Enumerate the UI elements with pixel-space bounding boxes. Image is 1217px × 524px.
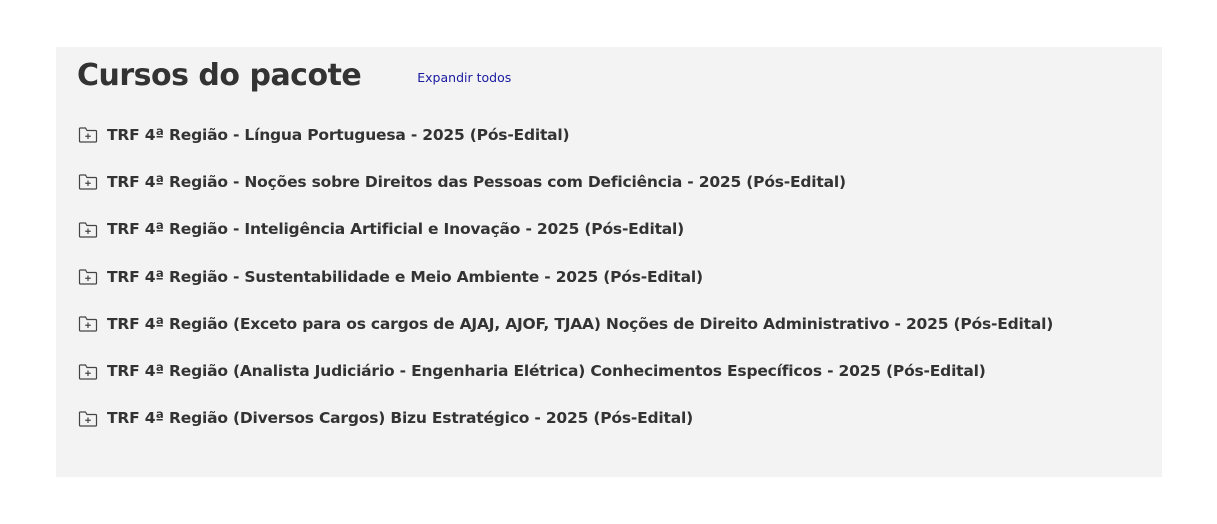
expand-all-link[interactable]: Expandir todos	[417, 70, 511, 85]
folder-plus-icon	[77, 409, 99, 427]
course-item[interactable]: TRF 4ª Região - Inteligência Artificial …	[77, 206, 1053, 253]
folder-plus-icon	[77, 220, 99, 238]
course-title: TRF 4ª Região - Noções sobre Direitos da…	[107, 172, 846, 191]
course-title: TRF 4ª Região (Analista Judiciário - Eng…	[107, 362, 986, 381]
folder-plus-icon	[77, 268, 99, 286]
panel-header: Cursos do pacote Expandir todos	[77, 55, 511, 95]
course-item[interactable]: TRF 4ª Região (Exceto para os cargos de …	[77, 300, 1053, 347]
course-item[interactable]: TRF 4ª Região - Sustentabilidade e Meio …	[77, 253, 1053, 300]
folder-plus-icon	[77, 362, 99, 380]
course-item[interactable]: TRF 4ª Região (Diversos Cargos) Bizu Est…	[77, 395, 1053, 442]
section-title: Cursos do pacote	[77, 57, 362, 93]
folder-plus-icon	[77, 315, 99, 333]
course-item[interactable]: TRF 4ª Região - Noções sobre Direitos da…	[77, 158, 1053, 205]
course-item[interactable]: TRF 4ª Região - Língua Portuguesa - 2025…	[77, 111, 1053, 158]
course-package-panel: Cursos do pacote Expandir todos TRF 4ª R…	[56, 47, 1162, 477]
course-list: TRF 4ª Região - Língua Portuguesa - 2025…	[77, 111, 1053, 442]
course-title: TRF 4ª Região - Sustentabilidade e Meio …	[107, 267, 703, 286]
course-title: TRF 4ª Região - Língua Portuguesa - 2025…	[107, 125, 570, 144]
course-title: TRF 4ª Região (Exceto para os cargos de …	[107, 314, 1054, 333]
folder-plus-icon	[77, 126, 99, 144]
course-item[interactable]: TRF 4ª Região (Analista Judiciário - Eng…	[77, 347, 1053, 394]
course-title: TRF 4ª Região - Inteligência Artificial …	[107, 220, 685, 239]
course-title: TRF 4ª Região (Diversos Cargos) Bizu Est…	[107, 409, 693, 428]
folder-plus-icon	[77, 173, 99, 191]
